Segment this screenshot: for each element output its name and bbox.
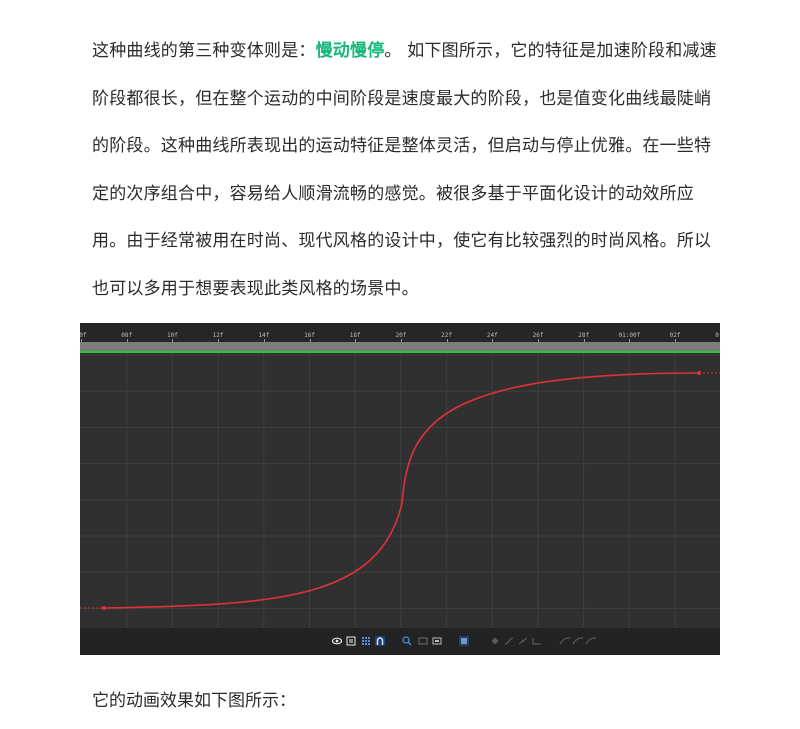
highlight-term: 慢动慢停 <box>315 41 385 61</box>
graph-editor-panel: 0f 08f 10f 12f 14f 16f 18f 20f 22f 24f 26f 28f 01:00… <box>80 323 720 655</box>
graph-grid <box>80 353 720 628</box>
graph-editor-toolbar <box>80 628 720 655</box>
start-keyframe-point[interactable] <box>102 606 106 610</box>
work-area-bar[interactable] <box>80 342 720 351</box>
figure-caption: 它的动画效果如下图所示： <box>92 691 296 711</box>
value-graph[interactable] <box>80 353 720 628</box>
ease-out-icon[interactable] <box>532 636 542 646</box>
zoom-fit-icon[interactable] <box>402 636 412 646</box>
ruler-tick-label: 02f <box>669 332 681 339</box>
ruler-tick-label: 08f <box>121 332 133 339</box>
graph-svg <box>80 353 720 628</box>
ruler-tick-label: 22f <box>441 332 453 339</box>
eye-icon[interactable] <box>332 636 342 646</box>
time-ruler[interactable]: 0f 08f 10f 12f 14f 16f 18f 20f 22f 24f 26f 28f 01:00… <box>80 323 720 342</box>
ease-in-icon[interactable] <box>518 636 528 646</box>
ease-in-out-curve[interactable] <box>103 372 700 609</box>
article-paragraph: 这种曲线的第三种变体则是：慢动慢停。 如下图所示，它的特征是加速阶段和减速阶段都… <box>92 28 717 313</box>
ruler-tick-label: 01:00f <box>618 332 641 339</box>
ruler-tick-label: 0f <box>80 332 87 339</box>
paragraph-text: 这种曲线的第三种变体则是：慢动慢停。 如下图所示，它的特征是加速阶段和减速阶段都… <box>92 28 717 313</box>
ruler-tick-label: 0 <box>715 332 719 339</box>
grid-icon[interactable] <box>361 636 371 646</box>
keyframe-icon[interactable] <box>490 636 500 646</box>
separate-dimensions-icon[interactable] <box>558 636 598 646</box>
list-icon[interactable] <box>346 636 356 646</box>
ruler-tick-label: 18f <box>349 332 361 339</box>
ruler-tick-label: 26f <box>532 332 544 339</box>
easy-ease-icon[interactable] <box>504 636 514 646</box>
ruler-tick-label: 24f <box>486 332 498 339</box>
end-keyframe-point[interactable] <box>697 371 701 375</box>
snap-icon[interactable] <box>459 636 469 646</box>
frame-icon[interactable] <box>432 636 442 646</box>
ruler-tick-label: 12f <box>212 332 224 339</box>
paragraph-lead: 这种曲线的第三种变体则是： <box>92 41 316 61</box>
graph-view-icon[interactable] <box>418 636 428 646</box>
magnet-icon[interactable] <box>375 636 385 646</box>
ruler-tick-label: 28f <box>578 332 590 339</box>
ruler-tick-label: 20f <box>395 332 407 339</box>
ruler-tick-label: 16f <box>304 332 315 339</box>
paragraph-body: 。 如下图所示，它的特征是加速阶段和减速阶段都很长，但在整个运动的中间阶段是速度… <box>92 41 717 299</box>
ruler-tick-label: 14f <box>258 332 270 339</box>
ruler-tick-label: 10f <box>166 332 178 339</box>
